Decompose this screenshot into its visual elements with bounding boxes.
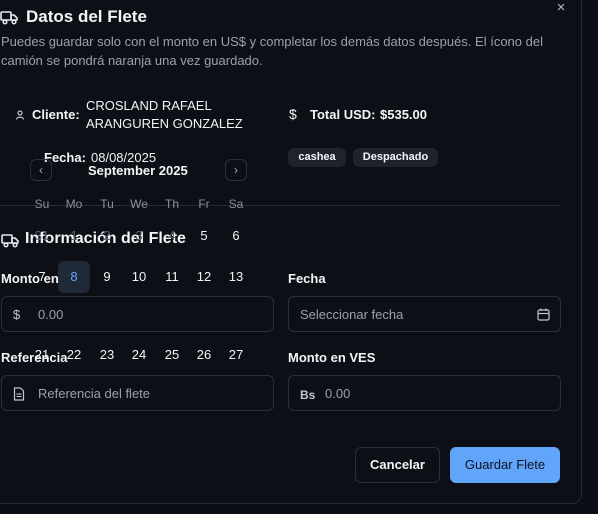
dialog-title: Datos del Flete bbox=[26, 7, 147, 26]
total-value: $535.00 bbox=[380, 107, 427, 122]
calendar-day[interactable]: 4 bbox=[156, 220, 188, 252]
weekday-th: Th bbox=[164, 197, 179, 211]
monto-ves-input[interactable]: Bs 0.00 bbox=[288, 375, 561, 411]
calendar-day[interactable]: 1 bbox=[58, 220, 90, 252]
weekday-we: We bbox=[130, 197, 148, 211]
calendar-day[interactable]: 27 bbox=[220, 339, 252, 371]
calendar-day[interactable]: 24 bbox=[123, 339, 155, 371]
calendar-prev-button[interactable]: ‹ bbox=[30, 159, 52, 181]
truck-icon bbox=[0, 11, 18, 25]
calendar-day[interactable]: 9 bbox=[91, 261, 123, 293]
calendar-day[interactable]: 11 bbox=[156, 261, 188, 293]
calendar-next-button[interactable]: › bbox=[225, 159, 247, 181]
calendar-day[interactable]: 5 bbox=[188, 220, 220, 252]
fecha-picker[interactable]: Seleccionar fecha bbox=[288, 296, 561, 332]
client-name-line1: CROSLAND RAFAEL bbox=[86, 98, 212, 113]
fecha-label: Fecha bbox=[288, 271, 326, 286]
freight-dialog bbox=[0, 0, 582, 504]
calendar-day[interactable]: 26 bbox=[188, 339, 220, 371]
dollar-icon: $ bbox=[13, 307, 21, 322]
referencia-label: Referencia bbox=[1, 350, 68, 365]
monto-usd-input[interactable]: $ 0.00 bbox=[1, 296, 274, 332]
monto-usd-value: 0.00 bbox=[38, 307, 64, 322]
monto-ves-value: 0.00 bbox=[325, 386, 351, 401]
fecha-placeholder: Seleccionar fecha bbox=[300, 307, 404, 322]
calendar-day[interactable]: 23 bbox=[91, 339, 123, 371]
monto-label: Monto en bbox=[1, 271, 59, 286]
document-icon bbox=[13, 387, 25, 401]
total-label: Total USD: bbox=[310, 107, 376, 122]
truck-icon bbox=[1, 234, 19, 248]
dollar-icon: $ bbox=[289, 106, 297, 122]
weekday-sa: Sa bbox=[228, 197, 244, 211]
close-icon[interactable]: × bbox=[553, 0, 569, 16]
monto-ves-label: Monto en VES bbox=[288, 350, 376, 365]
calendar-day[interactable]: 25 bbox=[156, 339, 188, 371]
calendar-day-selected[interactable]: 8 bbox=[58, 261, 90, 293]
calendar-day[interactable]: 13 bbox=[220, 261, 252, 293]
weekday-fr: Fr bbox=[198, 197, 210, 211]
status-badge-despachado: Despachado bbox=[353, 148, 438, 167]
calendar-day[interactable]: 2 bbox=[91, 220, 123, 252]
user-icon bbox=[15, 110, 25, 120]
weekday-tu: Tu bbox=[100, 197, 114, 211]
save-button[interactable]: Guardar Flete bbox=[450, 447, 560, 483]
weekday-mo: Mo bbox=[65, 197, 83, 211]
weekday-su: Su bbox=[34, 197, 50, 211]
calendar-day[interactable]: 31 bbox=[26, 220, 58, 252]
dialog-description: Puedes guardar solo con el monto en US$ … bbox=[1, 34, 543, 68]
calendar-day[interactable]: 6 bbox=[220, 220, 252, 252]
status-badge-cashea: cashea bbox=[288, 148, 346, 167]
bs-currency-label: Bs bbox=[300, 388, 316, 402]
calendar-day[interactable]: 3 bbox=[123, 220, 155, 252]
calendar-month: September 2025 bbox=[88, 163, 188, 178]
calendar-day[interactable]: 12 bbox=[188, 261, 220, 293]
client-name-line2: ARANGUREN GONZALEZ bbox=[86, 116, 243, 131]
cancel-button[interactable]: Cancelar bbox=[355, 447, 440, 483]
referencia-placeholder: Referencia del flete bbox=[38, 386, 151, 401]
referencia-input[interactable]: Referencia del flete bbox=[1, 375, 274, 411]
client-label: Cliente: bbox=[32, 107, 80, 122]
calendar-day[interactable]: 10 bbox=[123, 261, 155, 293]
calendar-icon bbox=[537, 308, 550, 321]
